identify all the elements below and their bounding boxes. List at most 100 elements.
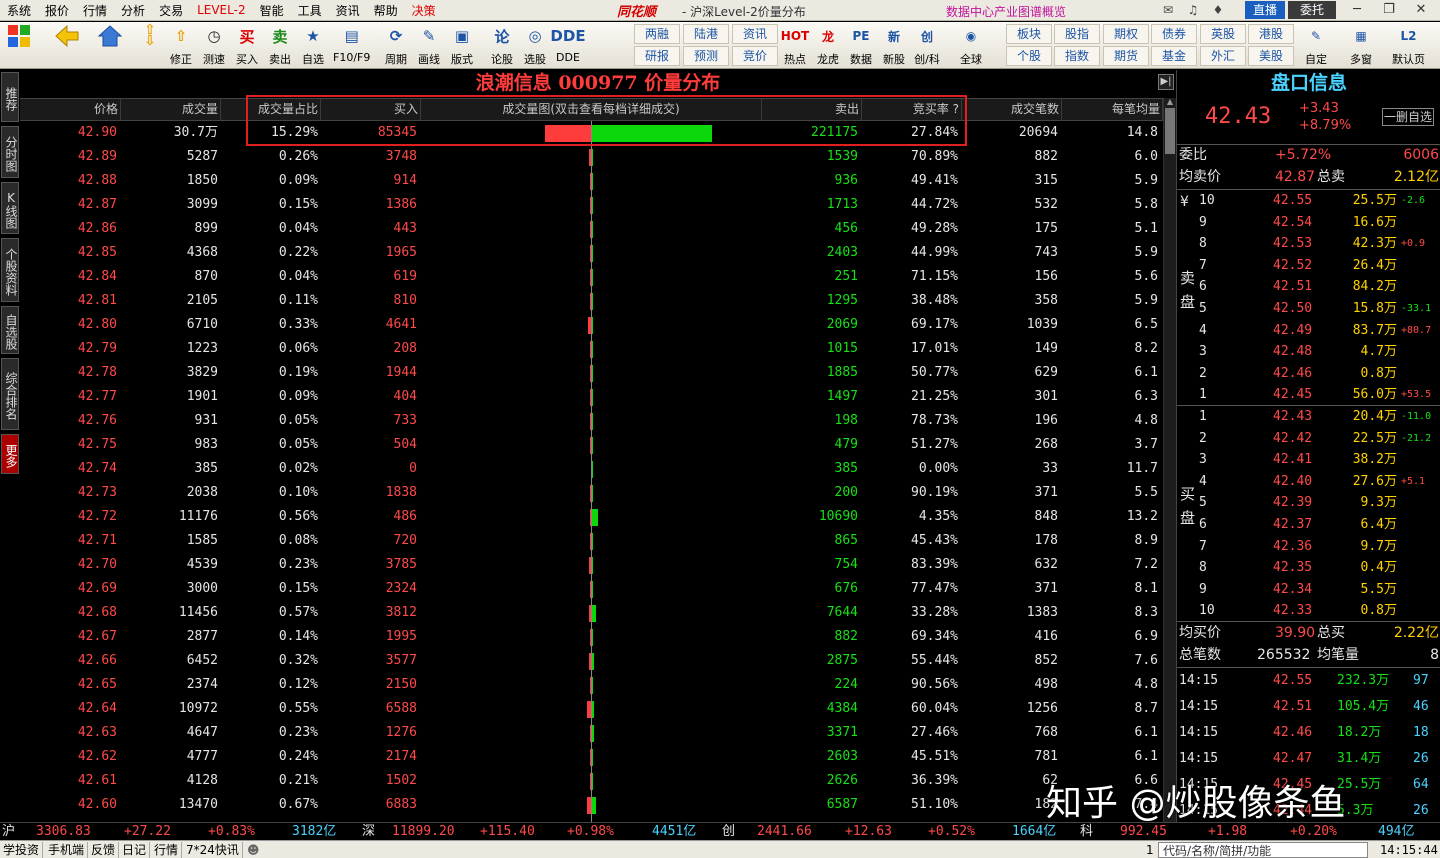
menu-system[interactable]: 系统 — [0, 2, 38, 19]
menu-level2[interactable]: LEVEL-2 — [190, 3, 253, 17]
toolbar-btn2-2[interactable]: PE 数据 — [848, 24, 874, 68]
toolbar-small-bottom-2[interactable]: 竞价 — [732, 46, 778, 66]
toolbar-small2-top-4[interactable]: 英股 — [1200, 24, 1246, 44]
bids-level[interactable]: 3 42.41 38.2万 — [1177, 449, 1440, 471]
toolbar-btn-4[interactable]: ★ 自选 — [300, 24, 326, 68]
menu-market[interactable]: 行情 — [76, 2, 114, 19]
asks-level[interactable]: 3 42.48 4.7万 — [1177, 341, 1440, 363]
toolbar-btn3-1[interactable]: ▦ 多窗 — [1348, 24, 1374, 68]
col-price[interactable]: 价格 — [20, 99, 121, 120]
toolbar-btn2-4[interactable]: 创创/科 — [914, 24, 940, 68]
asks-level[interactable]: 9 42.54 16.6万 — [1177, 212, 1440, 234]
menu-quote[interactable]: 报价 — [38, 2, 76, 19]
toolbar-small2-top-1[interactable]: 股指 — [1054, 24, 1100, 44]
toolbar-small-top-0[interactable]: 两融 — [634, 24, 680, 44]
bids-level[interactable]: 4 42.40 27.6万 +5.1 — [1177, 471, 1440, 493]
col-trades[interactable]: 成交笔数 — [962, 99, 1062, 120]
asks-level[interactable]: 10 42.55 25.5万 -2.6 — [1177, 190, 1440, 212]
minimize-icon[interactable]: ─ — [1346, 1, 1368, 19]
toolbar-small-top-1[interactable]: 陆港 — [683, 24, 729, 44]
menu-analysis[interactable]: 分析 — [114, 2, 152, 19]
menu-smart[interactable]: 智能 — [253, 2, 291, 19]
toolbar-small2-bottom-3[interactable]: 基金 — [1151, 46, 1197, 66]
toolbar-small2-bottom-1[interactable]: 指数 — [1054, 46, 1100, 66]
side-tab-6[interactable]: 更多 — [1, 434, 19, 474]
asks-level[interactable]: 7 42.52 26.4万 — [1177, 255, 1440, 277]
tab-mobile[interactable]: 手机端 — [45, 842, 89, 858]
search-input[interactable]: 代码/名称/简拼/功能 — [1158, 842, 1368, 858]
toolbar-btn2-0[interactable]: HOT 热点 — [781, 24, 809, 68]
scrollbar[interactable]: ▲ — [1163, 98, 1176, 822]
bids-level[interactable]: 2 42.42 22.5万 -21.2 — [1177, 428, 1440, 450]
chat-icon[interactable]: ☻ — [247, 842, 260, 858]
toolbar-btn-3[interactable]: 卖卖出 — [267, 24, 293, 68]
toolbar-small2-top-0[interactable]: 板块 — [1006, 24, 1052, 44]
side-tab-0[interactable]: 推荐 — [1, 72, 19, 122]
side-tab-1[interactable]: 分时图 — [1, 126, 19, 178]
menu-help[interactable]: 帮助 — [367, 2, 405, 19]
menu-decision[interactable]: 决策 — [405, 2, 443, 19]
toolbar-small2-bottom-5[interactable]: 美股 — [1248, 46, 1294, 66]
side-tab-5[interactable]: 综合排名 — [1, 358, 19, 430]
toolbar-btn3-0[interactable]: ✎ 自定 — [1303, 24, 1329, 68]
tab-market[interactable]: 行情 — [151, 842, 183, 858]
bids-level[interactable]: 5 42.39 9.3万 — [1177, 492, 1440, 514]
collapse-panel-icon[interactable]: ▶| — [1158, 74, 1174, 90]
toolbar-btn-10[interactable]: ◎ 选股 — [522, 24, 548, 68]
toolbar-small2-bottom-0[interactable]: 个股 — [1006, 46, 1052, 66]
side-tab-3[interactable]: 个股资料 — [1, 238, 19, 302]
toolbar-small2-top-3[interactable]: 债券 — [1151, 24, 1197, 44]
tab-news-flash[interactable]: 7*24快讯 — [183, 842, 243, 858]
toolbar-btn-8[interactable]: ▣ 版式 — [449, 24, 475, 68]
ad-link[interactable]: 数据中心产业图谱概览 — [946, 3, 1066, 20]
toolbar-btn-0[interactable]: ⇧ 修正 — [168, 24, 194, 68]
toolbar-btn-7[interactable]: ✎ 画线 — [416, 24, 442, 68]
toolbar-small2-top-2[interactable]: 期权 — [1103, 24, 1149, 44]
asks-level[interactable]: 6 42.51 84.2万 — [1177, 276, 1440, 298]
bids-level[interactable]: 1 42.43 20.4万 -11.0 — [1177, 406, 1440, 428]
toolbar-btn-5[interactable]: ▤ F10/F9 — [333, 24, 370, 68]
toolbar-small-bottom-0[interactable]: 研报 — [634, 46, 680, 66]
remove-favorite-button[interactable]: 一删自选 — [1382, 108, 1434, 126]
asks-level[interactable]: 4 42.49 83.7万 +80.7 — [1177, 320, 1440, 342]
toolbar-small-bottom-1[interactable]: 预测 — [683, 46, 729, 66]
toolbar-btn-9[interactable]: 论论股 — [489, 24, 515, 68]
col-volume[interactable]: 成交量 — [121, 99, 221, 120]
toolbar-small2-bottom-2[interactable]: 期货 — [1103, 46, 1149, 66]
scroll-thumb[interactable] — [1165, 108, 1175, 154]
home-button[interactable] — [97, 24, 123, 68]
toolbar-btn2-3[interactable]: 新新股 — [881, 24, 907, 68]
back-button[interactable] — [54, 24, 80, 68]
scroll-up-icon[interactable]: ▲ — [1165, 98, 1175, 106]
tab-diary[interactable]: 日记 — [119, 842, 151, 858]
weituo-button[interactable]: 委托 — [1288, 1, 1336, 19]
asks-level[interactable]: 5 42.50 15.8万 -33.1 — [1177, 298, 1440, 320]
menu-trade[interactable]: 交易 — [152, 2, 190, 19]
toolbar-small2-bottom-4[interactable]: 外汇 — [1200, 46, 1246, 66]
toolbar-btn3-2[interactable]: L2 默认页 — [1392, 24, 1425, 68]
ring-icon[interactable]: ♦ — [1210, 2, 1226, 18]
col-avg[interactable]: 每笔均量 — [1062, 99, 1163, 120]
layout-button[interactable] — [6, 24, 32, 68]
bids-level[interactable]: 6 42.37 6.4万 — [1177, 514, 1440, 536]
menu-news[interactable]: 资讯 — [329, 2, 367, 19]
bids-level[interactable]: 9 42.34 5.5万 — [1177, 579, 1440, 601]
bids-level[interactable]: 7 42.36 9.7万 — [1177, 536, 1440, 558]
asks-level[interactable]: 1 42.45 56.0万 +53.5 — [1177, 384, 1440, 406]
updown-button[interactable]: ⇧ ⇩ — [137, 23, 163, 68]
side-tab-2[interactable]: K线图 — [1, 182, 19, 234]
bids-level[interactable]: 10 42.33 0.8万 — [1177, 600, 1440, 622]
bids-level[interactable]: 8 42.35 0.4万 — [1177, 557, 1440, 579]
toolbar-btn2-5[interactable]: ◉ 全球 — [958, 24, 984, 68]
side-tab-4[interactable]: 自选股 — [1, 306, 19, 354]
menu-tools[interactable]: 工具 — [291, 2, 329, 19]
toolbar-small2-top-5[interactable]: 港股 — [1248, 24, 1294, 44]
tab-feedback[interactable]: 反馈 — [88, 842, 120, 858]
bell-icon[interactable]: ♫ — [1185, 2, 1201, 18]
asks-level[interactable]: 8 42.53 42.3万 +0.9 — [1177, 233, 1440, 255]
toolbar-btn-1[interactable]: ◷ 测速 — [201, 24, 227, 68]
toolbar-btn-2[interactable]: 买买入 — [234, 24, 260, 68]
toolbar-small-top-2[interactable]: 资讯 — [732, 24, 778, 44]
toolbar-btn2-1[interactable]: 龙龙虎 — [815, 24, 841, 68]
restore-icon[interactable]: ❐ — [1378, 1, 1400, 19]
